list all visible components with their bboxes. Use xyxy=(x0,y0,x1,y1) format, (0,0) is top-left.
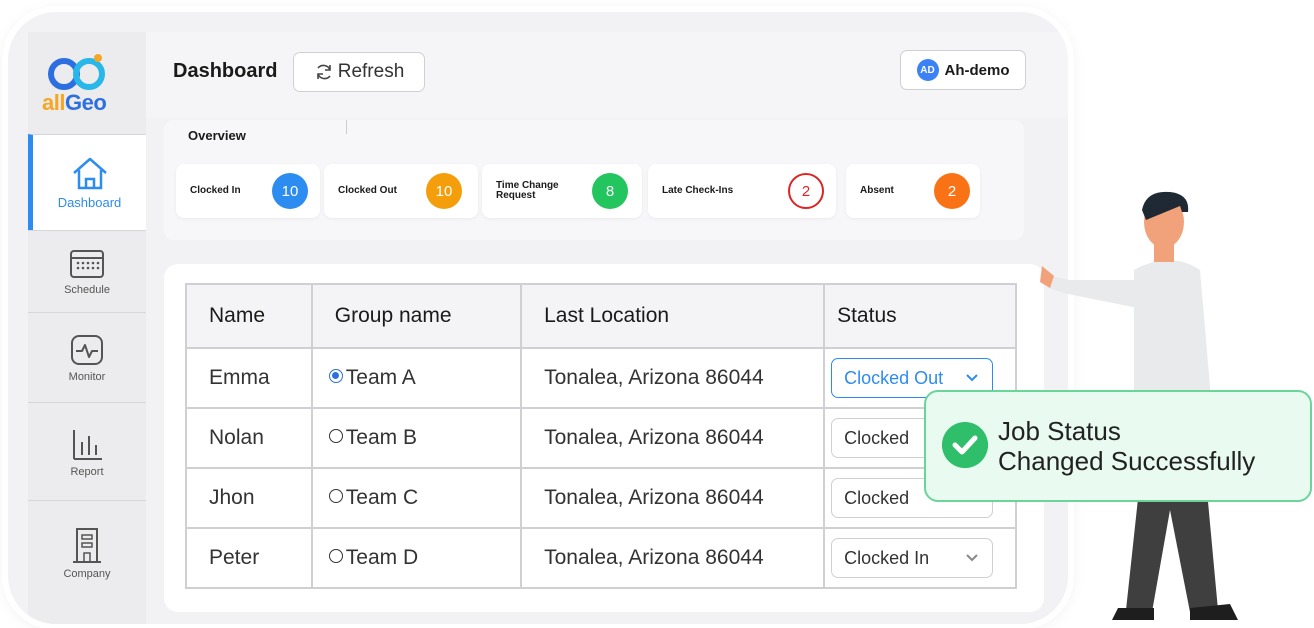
status-value: Clocked xyxy=(844,427,910,448)
sidebar-item-report[interactable]: Report xyxy=(28,402,146,500)
overview-title: Overview xyxy=(188,128,246,143)
column-header-group: Group name xyxy=(310,283,523,349)
sidebar-item-label: Schedule xyxy=(64,283,110,296)
group-radio-selected[interactable] xyxy=(328,369,343,384)
sidebar-item-label: Company xyxy=(63,567,111,580)
monitor-icon xyxy=(71,334,103,365)
status-value: Clocked In xyxy=(844,547,930,568)
stat-count: 10 xyxy=(426,173,462,209)
user-name: Ah-demo xyxy=(944,61,1010,79)
check-circle-icon xyxy=(942,422,988,468)
sidebar-item-monitor[interactable]: Monitor xyxy=(28,312,146,402)
home-icon xyxy=(72,157,107,190)
overview-panel: Overview Clocked In 10 Clocked Out 10 Ti… xyxy=(164,120,1024,240)
group-cell: Team B xyxy=(310,407,523,469)
group-radio[interactable] xyxy=(328,549,343,564)
table-row: Peter Team D Tonalea, Arizona 86044 Cloc… xyxy=(185,527,1017,589)
column-header-location: Last Location xyxy=(520,283,826,349)
stat-count: 8 xyxy=(592,173,628,209)
sidebar-item-label: Dashboard xyxy=(57,195,122,210)
status-value: Clocked xyxy=(844,487,910,508)
divider xyxy=(346,120,347,134)
group-name: Team C xyxy=(345,486,419,509)
employee-name: Emma xyxy=(185,347,313,409)
table-header-row: Name Group name Last Location Status xyxy=(185,283,1017,349)
sidebar-item-label: Monitor xyxy=(68,370,106,383)
refresh-label: Refresh xyxy=(337,61,405,82)
group-name: Team D xyxy=(345,546,419,569)
user-menu-button[interactable]: AD Ah-demo xyxy=(900,50,1026,90)
group-cell: Team A xyxy=(310,347,523,409)
status-cell: Clocked In xyxy=(823,527,1017,589)
bar-chart-icon xyxy=(73,429,102,460)
sidebar-item-schedule[interactable]: Schedule xyxy=(28,230,146,312)
sidebar-item-dashboard[interactable]: Dashboard xyxy=(28,134,146,230)
group-radio[interactable] xyxy=(328,489,343,504)
success-toast: Job Status Changed Successfully xyxy=(924,390,1312,502)
toast-line-2: Changed Successfully xyxy=(998,446,1256,476)
table-row: Jhon Team C Tonalea, Arizona 86044 Clock… xyxy=(185,467,1017,529)
stat-label: Late Check-Ins xyxy=(662,185,734,196)
group-name: Team B xyxy=(345,426,417,449)
app-window: allGeo Dashboard Schedule Monitor Report… xyxy=(8,12,1068,624)
stat-label: Absent xyxy=(860,185,894,196)
stat-count: 2 xyxy=(788,173,824,209)
refresh-icon xyxy=(316,64,331,80)
group-cell: Team D xyxy=(310,527,523,589)
stat-card-clocked-out[interactable]: Clocked Out 10 xyxy=(324,164,478,218)
status-value: Clocked Out xyxy=(844,367,944,388)
stat-label: Clocked In xyxy=(190,185,241,196)
employee-table: Name Group name Last Location Status Emm… xyxy=(185,283,1017,589)
toast-line-1: Job Status xyxy=(998,416,1121,446)
avatar: AD xyxy=(916,59,939,81)
location-cell: Tonalea, Arizona 86044 xyxy=(520,467,826,529)
employee-name: Nolan xyxy=(185,407,313,469)
stat-label: Time Change Request xyxy=(496,180,559,201)
stat-card-clocked-in[interactable]: Clocked In 10 xyxy=(176,164,320,218)
group-radio[interactable] xyxy=(328,429,343,444)
employee-table-panel: Name Group name Last Location Status Emm… xyxy=(164,264,1044,612)
refresh-button[interactable]: Refresh xyxy=(293,52,425,92)
building-icon xyxy=(73,527,101,563)
employee-name: Peter xyxy=(185,527,313,589)
group-name: Team A xyxy=(345,366,416,389)
location-cell: Tonalea, Arizona 86044 xyxy=(520,347,826,409)
sidebar-item-label: Report xyxy=(70,465,104,478)
group-cell: Team C xyxy=(310,467,523,529)
stat-card-late-check-ins[interactable]: Late Check-Ins 2 xyxy=(648,164,836,218)
header-bar: Dashboard Refresh AD Ah-demo xyxy=(146,32,1068,118)
stat-card-time-change-request[interactable]: Time Change Request 8 xyxy=(482,164,642,218)
location-cell: Tonalea, Arizona 86044 xyxy=(520,527,826,589)
logo-text: allGeo xyxy=(42,90,107,115)
table-row: Nolan Team B Tonalea, Arizona 86044 Cloc… xyxy=(185,407,1017,469)
main-content: Dashboard Refresh AD Ah-demo Overview Cl… xyxy=(146,32,1068,624)
sidebar-item-company[interactable]: Company xyxy=(28,500,146,604)
stat-card-absent[interactable]: Absent 2 xyxy=(846,164,980,218)
table-row: Emma Team A Tonalea, Arizona 86044 Clock… xyxy=(185,347,1017,409)
stat-count: 2 xyxy=(934,173,970,209)
status-dropdown[interactable]: Clocked In xyxy=(831,538,994,578)
chevron-down-icon xyxy=(966,554,978,562)
employee-name: Jhon xyxy=(185,467,313,529)
column-header-status: Status xyxy=(823,283,1017,349)
stat-count: 10 xyxy=(272,173,308,209)
page-title: Dashboard xyxy=(173,60,278,82)
column-header-name: Name xyxy=(185,283,313,349)
calendar-icon xyxy=(70,249,104,278)
location-cell: Tonalea, Arizona 86044 xyxy=(520,407,826,469)
toast-message: Job Status Changed Successfully xyxy=(998,416,1255,476)
chevron-down-icon xyxy=(966,374,978,382)
stat-label: Clocked Out xyxy=(338,185,397,196)
